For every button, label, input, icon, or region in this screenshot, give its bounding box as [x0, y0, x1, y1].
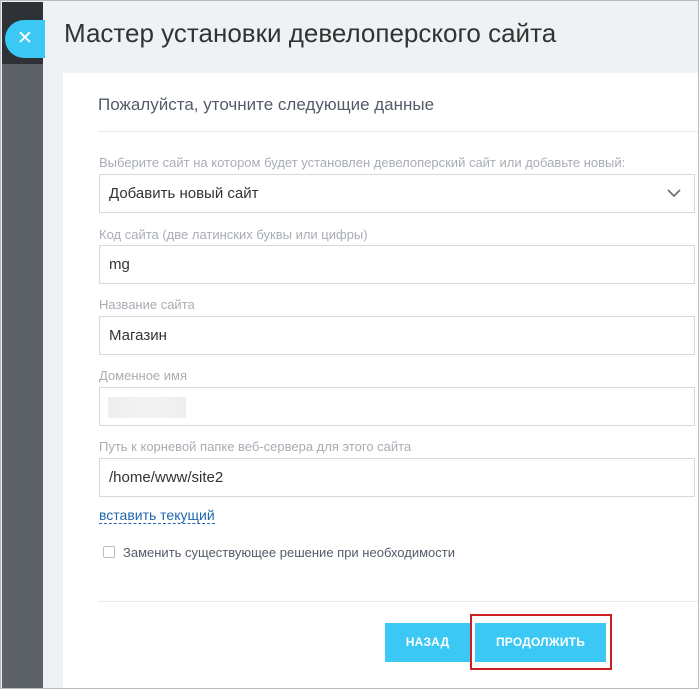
continue-highlight-box [470, 614, 612, 670]
background-page-strip [2, 2, 43, 688]
site-name-input[interactable] [99, 316, 695, 355]
replace-solution-label: Заменить существующее решение при необхо… [123, 544, 455, 560]
redacted-domain-value [108, 397, 186, 418]
back-button[interactable]: НАЗАД [385, 623, 470, 662]
wizard-card: Пожалуйста, уточните следующие данные Вы… [63, 73, 698, 688]
insert-current-link[interactable]: вставить текущий [99, 507, 215, 524]
slider-panel: Мастер установки девелоперского сайта По… [43, 2, 698, 688]
site-select-value: Добавить новый сайт [109, 185, 259, 202]
domain-name-input[interactable] [99, 387, 695, 426]
window-frame: Мастер установки девелоперского сайта По… [0, 0, 699, 689]
domain-name-label: Доменное имя [99, 368, 188, 383]
site-select[interactable]: Добавить новый сайт [99, 174, 695, 213]
root-path-label: Путь к корневой папке веб-сервера для эт… [99, 439, 412, 454]
heading-divider [98, 131, 698, 132]
site-name-label: Название сайта [99, 297, 195, 312]
card-heading: Пожалуйста, уточните следующие данные [98, 95, 435, 114]
footer-divider [98, 601, 698, 602]
site-code-label: Код сайта (две латинских буквы или цифры… [99, 227, 368, 242]
site-code-input[interactable] [99, 245, 695, 284]
chevron-down-icon [667, 189, 681, 198]
replace-solution-option[interactable]: Заменить существующее решение при необхо… [103, 544, 455, 560]
site-select-label: Выберите сайт на котором будет установле… [99, 155, 626, 170]
root-path-input[interactable] [99, 458, 695, 497]
replace-solution-checkbox[interactable] [103, 546, 115, 558]
close-icon[interactable]: ✕ [5, 20, 45, 58]
page-title: Мастер установки девелоперского сайта [64, 18, 557, 48]
